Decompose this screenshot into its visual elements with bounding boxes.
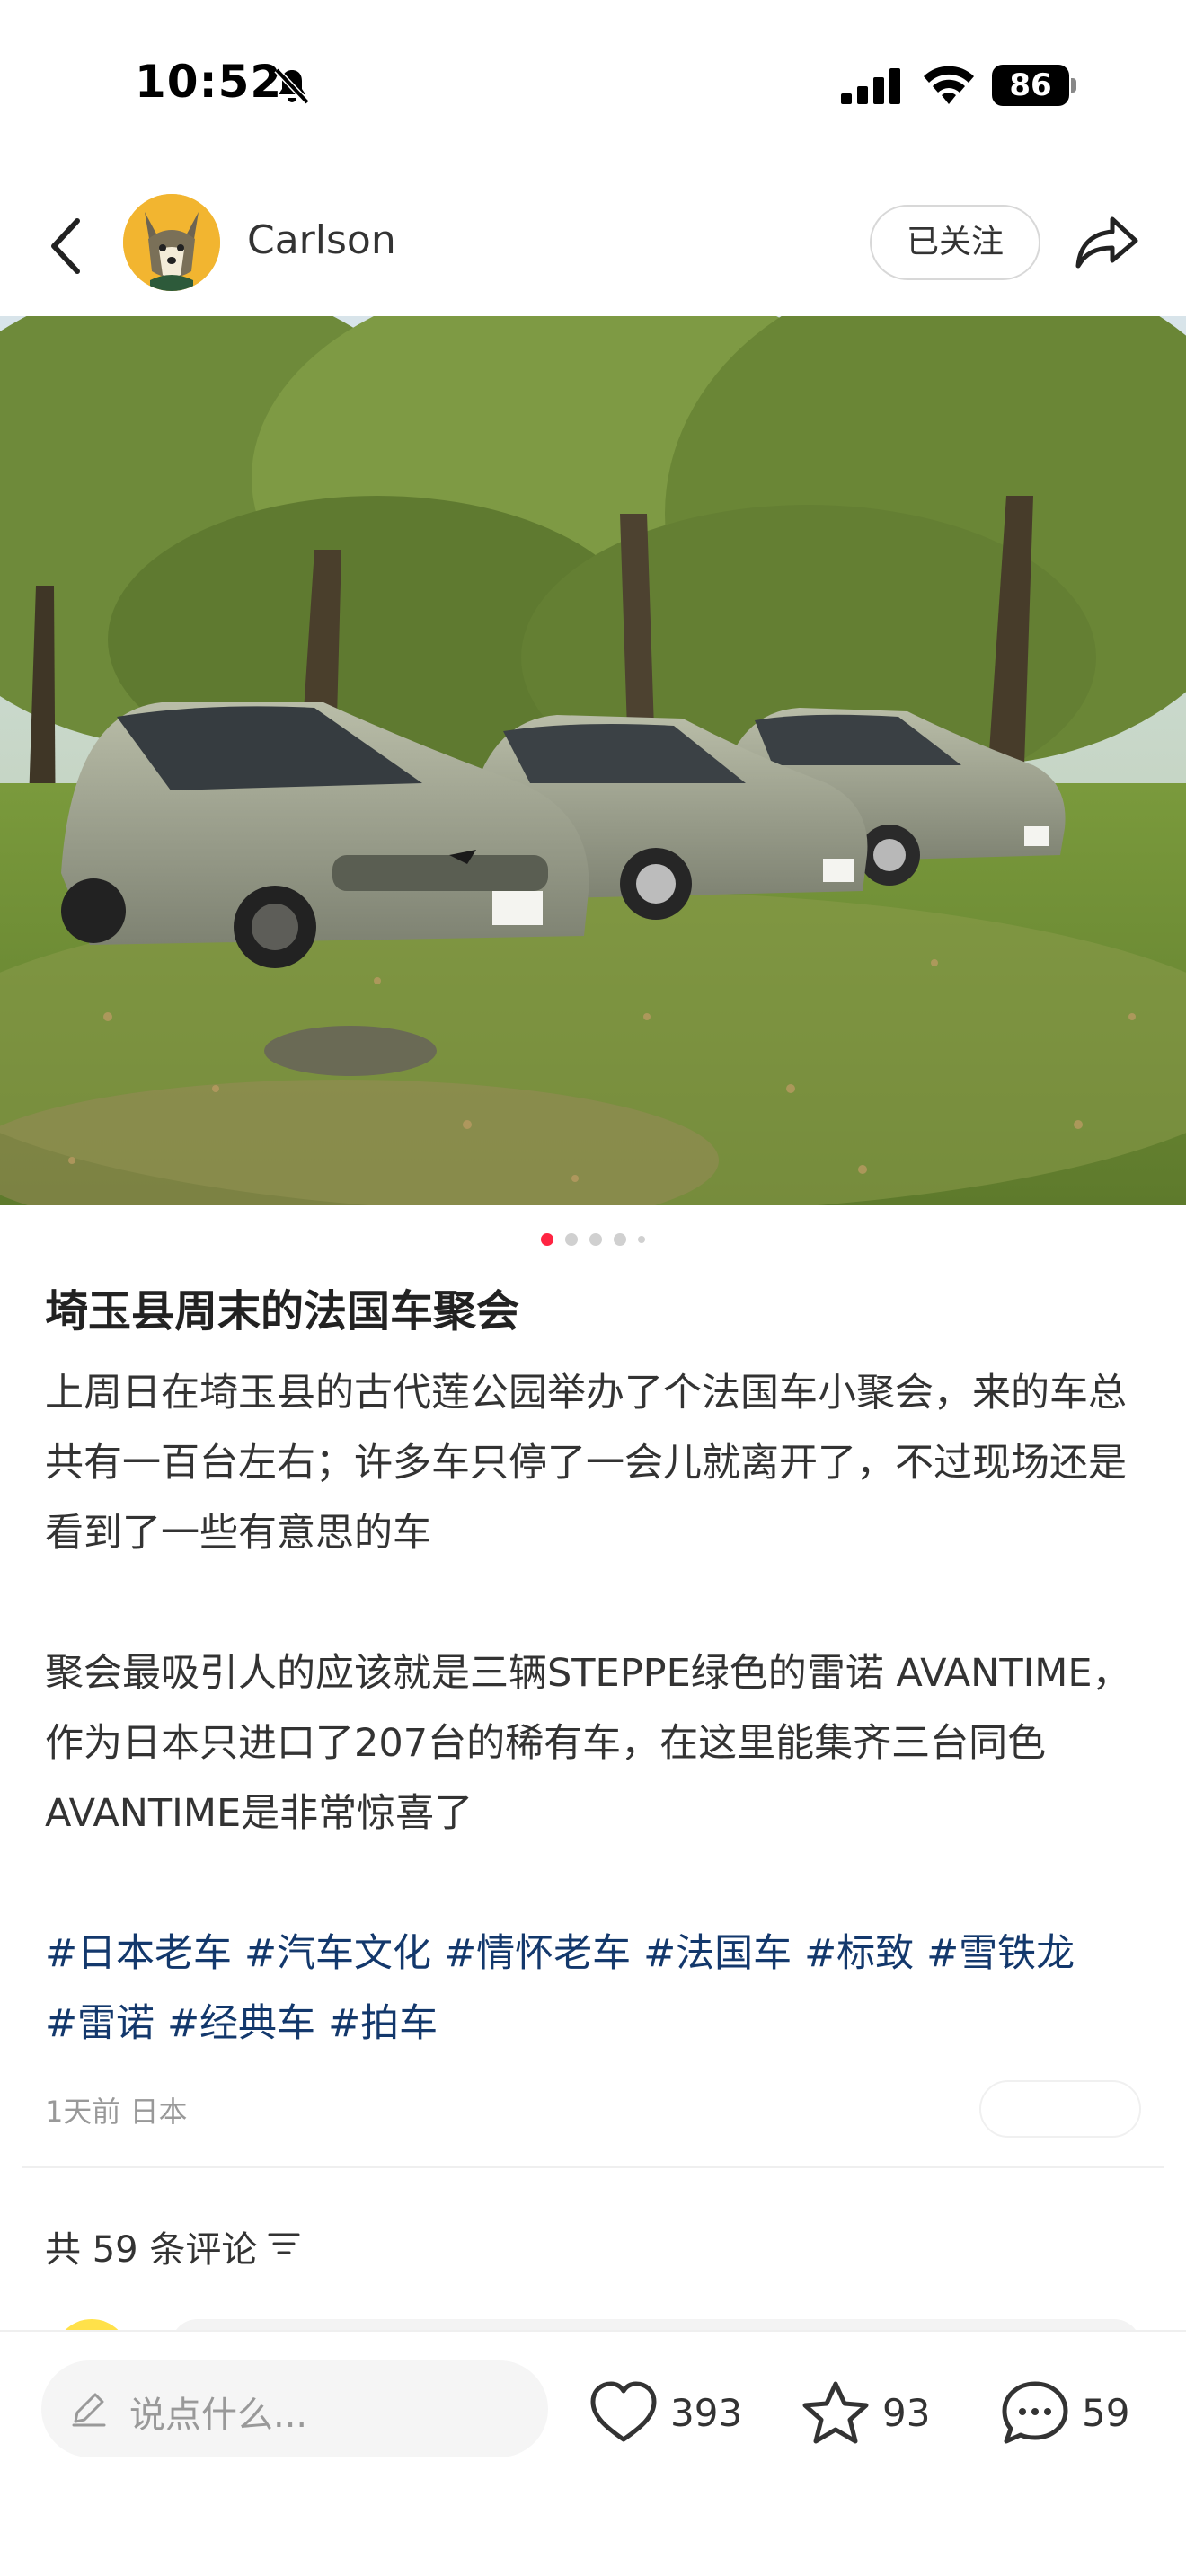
sort-icon[interactable] <box>268 2231 300 2256</box>
like-button[interactable]: 393 <box>588 2377 742 2448</box>
post-location: 日本 <box>129 2095 188 2129</box>
pagination-dot <box>565 1233 578 1246</box>
battery-level: 86 <box>992 65 1069 106</box>
author-avatar[interactable] <box>123 194 220 291</box>
bottom-bar: 说点什么... 393 93 59 <box>0 2330 1186 2576</box>
post-title: 埼玉县周末的法国车聚会 <box>45 1286 520 1337</box>
gallery-pagination <box>0 1231 1186 1248</box>
like-count: 393 <box>670 2390 743 2435</box>
back-chevron-icon[interactable] <box>45 214 86 278</box>
pagination-dot <box>638 1236 645 1243</box>
post-paragraph: 上周日在埼玉县的古代莲公园举办了个法国车小聚会，来的车总共有一百台左右；许多车只… <box>45 1371 1127 1556</box>
post-time: 1天前 <box>45 2095 121 2129</box>
battery-cap <box>1071 78 1076 93</box>
follow-button[interactable]: 已关注 <box>870 205 1040 280</box>
post-photo[interactable] <box>0 316 1186 1205</box>
post-tags: #日本老车 #汽车文化 #情怀老车 #法国车 #标致 #雪铁龙 #雷诺 #经典车 #拍车 <box>45 1919 1159 2059</box>
hashtag-link[interactable]: #雷诺 <box>45 1989 155 2059</box>
post-paragraph: 聚会最吸引人的应该就是三辆STEPPE绿色的雷诺 AVANTIME，作为日本只进… <box>45 1651 1131 1836</box>
pagination-dot <box>614 1233 626 1246</box>
pagination-dot <box>589 1233 602 1246</box>
author-name[interactable]: Carlson <box>247 217 396 263</box>
wifi-icon <box>924 66 974 104</box>
hashtag-link[interactable]: #情怀老车 <box>444 1919 631 1989</box>
pencil-icon <box>72 2393 106 2427</box>
comment-count: 共 59 条评论 <box>45 2229 258 2271</box>
status-bar: 10:52 86 <box>0 0 1186 171</box>
status-time: 10:52 <box>135 56 283 108</box>
share-icon[interactable] <box>1073 208 1141 273</box>
star-icon <box>802 2381 869 2444</box>
divider <box>22 2166 1164 2168</box>
hashtag-link[interactable]: #雪铁龙 <box>926 1919 1075 1989</box>
comment-bubble-icon <box>1002 2381 1068 2444</box>
meta-pill[interactable] <box>979 2080 1141 2138</box>
battery-indicator: 86 <box>992 65 1076 106</box>
hashtag-link[interactable]: #经典车 <box>167 1989 315 2059</box>
hashtag-link[interactable]: #标致 <box>804 1919 914 1989</box>
favorite-count: 93 <box>882 2390 931 2435</box>
hashtag-link[interactable]: #拍车 <box>328 1989 438 2059</box>
comment-button[interactable]: 59 <box>999 2377 1129 2448</box>
favorite-button[interactable]: 93 <box>800 2377 930 2448</box>
hashtag-link[interactable]: #汽车文化 <box>244 1919 431 1989</box>
comment-count-button: 59 <box>1082 2390 1130 2435</box>
heart-icon <box>590 2381 657 2442</box>
post-body: 上周日在埼玉县的古代莲公园举办了个法国车小聚会，来的车总共有一百台左右；许多车只… <box>45 1358 1150 1848</box>
comment-input-placeholder: 说点什么... <box>129 2395 308 2436</box>
wolf-avatar-icon <box>123 194 220 291</box>
cellular-signal-icon <box>841 68 900 104</box>
hashtag-link[interactable]: #法国车 <box>643 1919 792 1989</box>
comment-input[interactable]: 说点什么... <box>41 2360 548 2457</box>
post-header: Carlson 已关注 <box>0 180 1186 316</box>
car-meet-photo <box>0 316 1186 1205</box>
bell-muted-icon <box>274 67 310 105</box>
post-meta: 1天前 日本 <box>45 2089 188 2130</box>
hashtag-link[interactable]: #日本老车 <box>45 1919 232 1989</box>
pagination-dot-active <box>541 1233 553 1246</box>
